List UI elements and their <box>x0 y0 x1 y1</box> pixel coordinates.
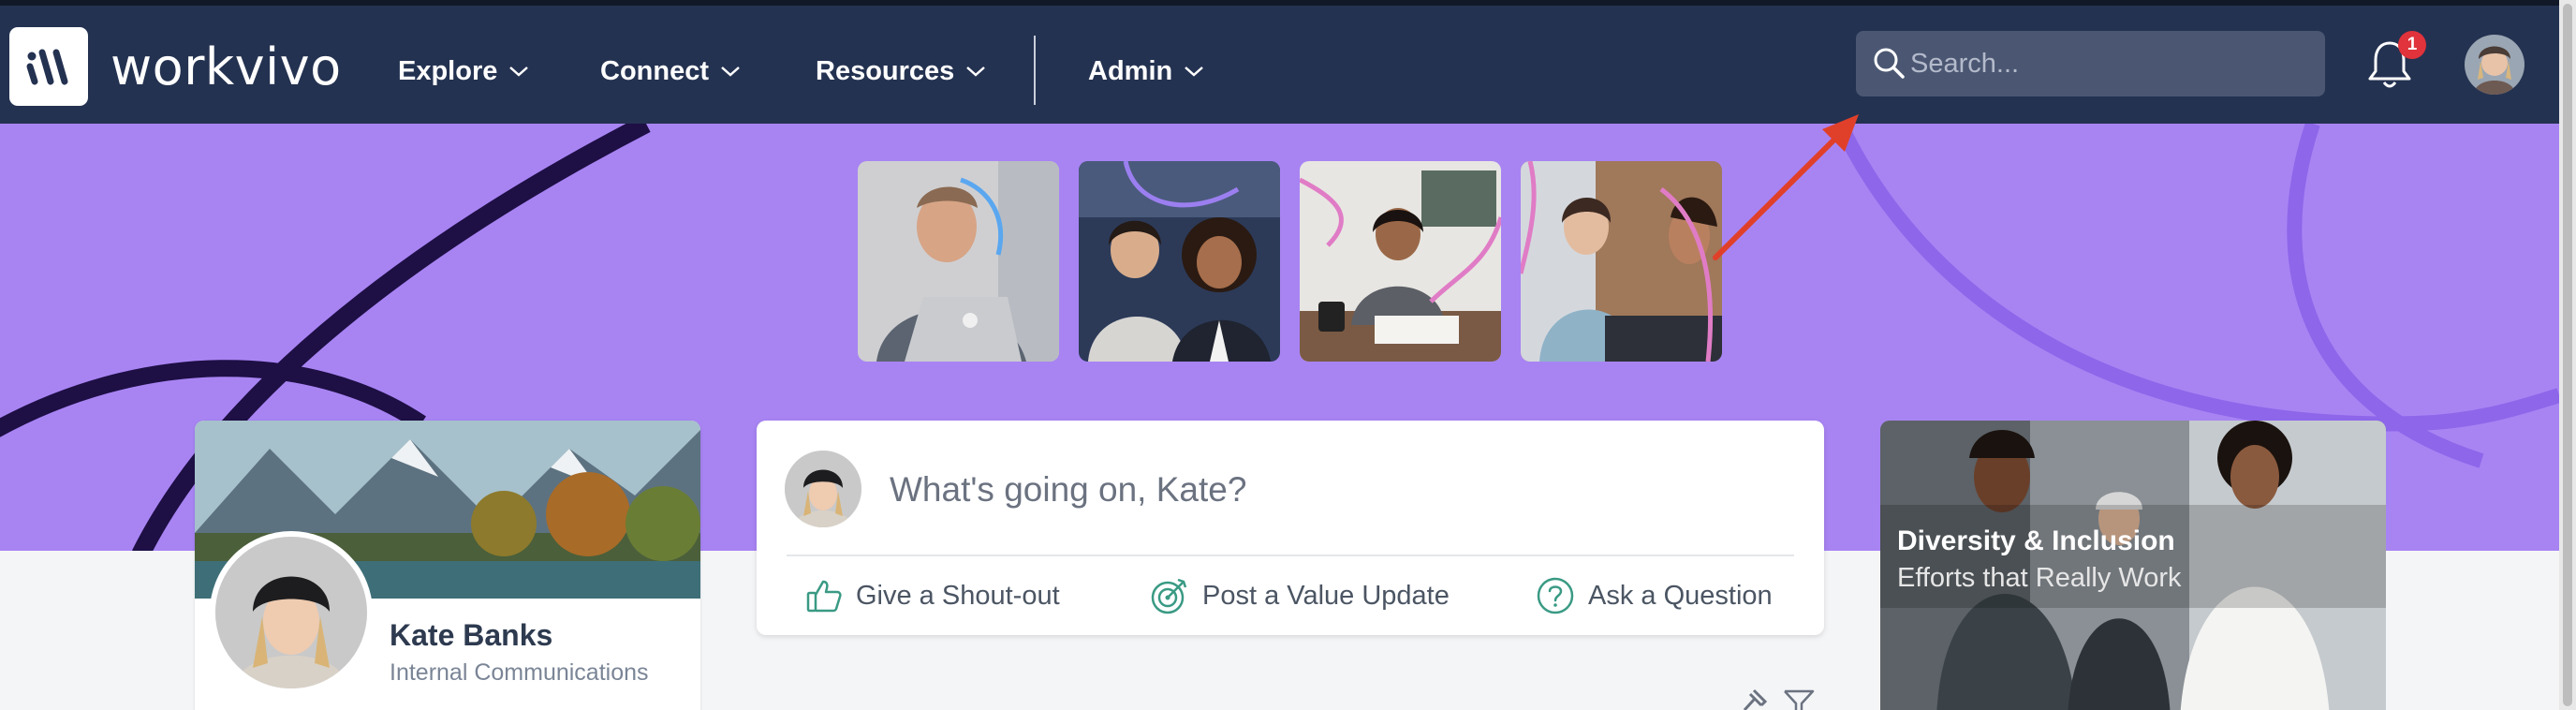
nav-admin-label: Admin <box>1088 55 1173 86</box>
search-input[interactable] <box>1910 31 2313 96</box>
give-shout-out-button[interactable]: Give a Shout-out <box>805 571 1060 620</box>
question-circle-icon <box>1537 577 1574 614</box>
post-value-update-button[interactable]: Post a Value Update <box>1150 571 1450 620</box>
brand-name[interactable]: workvivo <box>110 37 342 96</box>
user-avatar[interactable] <box>2465 35 2524 95</box>
nav-explore-label: Explore <box>398 55 498 86</box>
page-scrollbar[interactable] <box>2559 0 2576 710</box>
photo-two-women-smiling <box>1079 161 1280 362</box>
hero-photo-3[interactable] <box>1300 161 1501 362</box>
notification-badge: 1 <box>2398 31 2426 59</box>
profile-avatar[interactable] <box>210 531 373 694</box>
ask-question-label: Ask a Question <box>1588 580 1773 611</box>
nav-resources[interactable]: Resources <box>816 51 986 92</box>
featured-subtitle: Efforts that Really Work <box>1897 563 2182 593</box>
annotation-arrow-icon <box>1713 114 1859 260</box>
hero-photo-4[interactable] <box>1521 161 1722 362</box>
logo-icon <box>26 49 68 85</box>
profile-card[interactable]: Kate Banks Internal Communications <box>195 421 700 710</box>
post-input[interactable] <box>890 464 1779 516</box>
nav-admin[interactable]: Admin <box>1088 51 1204 92</box>
profile-avatar-image <box>215 537 367 688</box>
hero-photo-1[interactable] <box>858 161 1059 362</box>
scrollbar-thumb[interactable] <box>2563 4 2572 706</box>
profile-name[interactable]: Kate Banks <box>390 618 552 653</box>
top-navigation-bar: workvivo Explore Connect Resources Admin… <box>0 0 2576 124</box>
chevron-down-icon <box>966 67 986 77</box>
pin-icon[interactable] <box>1737 688 1769 710</box>
nav-resources-label: Resources <box>816 55 955 86</box>
composer-avatar-image <box>785 451 861 527</box>
give-shout-out-label: Give a Shout-out <box>856 580 1060 611</box>
nav-explore[interactable]: Explore <box>398 51 529 92</box>
composer-divider <box>787 555 1794 556</box>
workvivo-logo[interactable] <box>9 27 88 106</box>
chevron-down-icon <box>509 67 529 77</box>
featured-title[interactable]: Diversity & Inclusion <box>1897 525 2175 557</box>
nav-connect[interactable]: Connect <box>600 51 741 92</box>
hero-photo-2[interactable] <box>1079 161 1280 362</box>
thumbs-up-icon <box>806 580 842 613</box>
chevron-down-icon <box>721 67 740 77</box>
post-value-update-label: Post a Value Update <box>1202 580 1450 611</box>
filter-icon[interactable] <box>1782 688 1816 710</box>
search-icon <box>1874 48 1905 79</box>
photo-woman-writing-at-desk <box>1300 161 1501 362</box>
photo-colleagues-meeting <box>1521 161 1722 362</box>
featured-article-card[interactable]: Diversity & Inclusion Efforts that Reall… <box>1880 421 2386 710</box>
nav-divider <box>1034 36 1036 105</box>
post-composer: Give a Shout-out Post a Value Update Ask… <box>757 421 1824 635</box>
ask-question-button[interactable]: Ask a Question <box>1536 571 1773 620</box>
avatar-image <box>2465 35 2524 95</box>
composer-avatar <box>785 451 861 527</box>
chevron-down-icon <box>1185 67 1204 77</box>
nav-connect-label: Connect <box>600 55 709 86</box>
photo-man-with-laptop <box>858 161 1059 362</box>
target-icon <box>1151 578 1187 614</box>
search-box <box>1856 31 2325 96</box>
profile-role: Internal Communications <box>390 659 649 686</box>
